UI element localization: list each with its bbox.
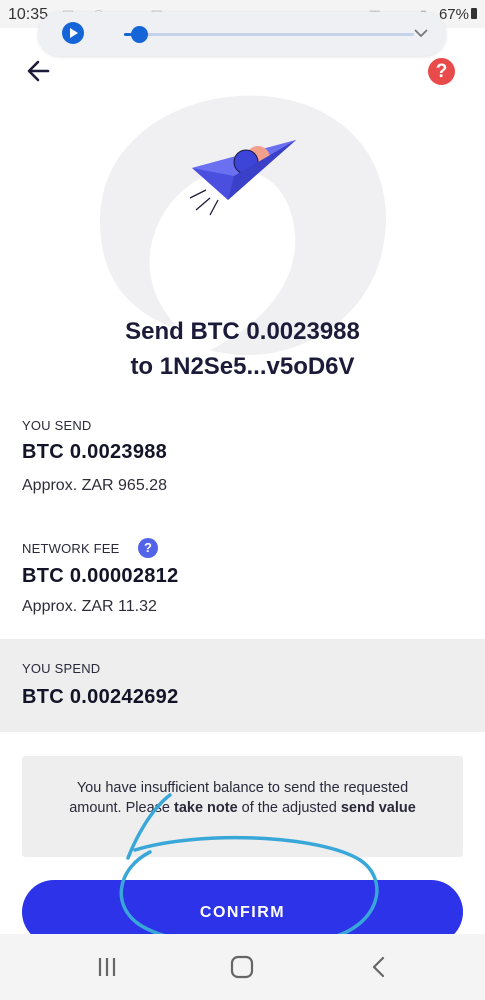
chevron-down-icon[interactable]	[412, 24, 430, 42]
battery-level: 67%	[438, 6, 469, 23]
you-spend-value: BTC 0.00242692	[22, 686, 179, 708]
home-icon[interactable]	[229, 954, 255, 980]
media-seek-bar[interactable]	[124, 26, 414, 43]
help-icon[interactable]: ?	[428, 58, 455, 85]
battery-icon	[471, 8, 477, 19]
system-nav-bar	[0, 934, 485, 1000]
notice-text-2: of the adjusted	[237, 800, 341, 816]
you-spend-label: YOU SPEND	[22, 661, 101, 676]
you-send-value: BTC 0.0023988	[22, 441, 168, 463]
network-fee-value: BTC 0.00002812	[22, 565, 179, 587]
media-seek-thumb[interactable]	[130, 26, 148, 43]
play-icon[interactable]	[62, 22, 84, 44]
paper-plane-icon	[189, 140, 296, 216]
back-arrow-icon[interactable]	[26, 58, 52, 84]
back-icon[interactable]	[366, 954, 392, 980]
network-fee-label: NETWORK FEE	[22, 541, 120, 556]
info-icon[interactable]: ?	[138, 538, 158, 558]
send-summary-line2: to 1N2Se5...v5oD6V	[130, 353, 355, 380]
you-send-label: YOU SEND	[22, 418, 92, 433]
you-send-approx: Approx. ZAR 965.28	[22, 477, 167, 494]
notice-bold-send-value: send value	[340, 800, 416, 816]
send-summary-line1: Send BTC 0.0023988	[125, 318, 360, 345]
recent-apps-icon[interactable]	[94, 954, 120, 980]
insufficient-balance-notice: You have insufficient balance to send th…	[22, 756, 463, 857]
network-fee-approx: Approx. ZAR 11.32	[22, 598, 157, 615]
media-player-overlay	[38, 12, 446, 56]
notice-bold-take-note: take note	[173, 800, 238, 816]
